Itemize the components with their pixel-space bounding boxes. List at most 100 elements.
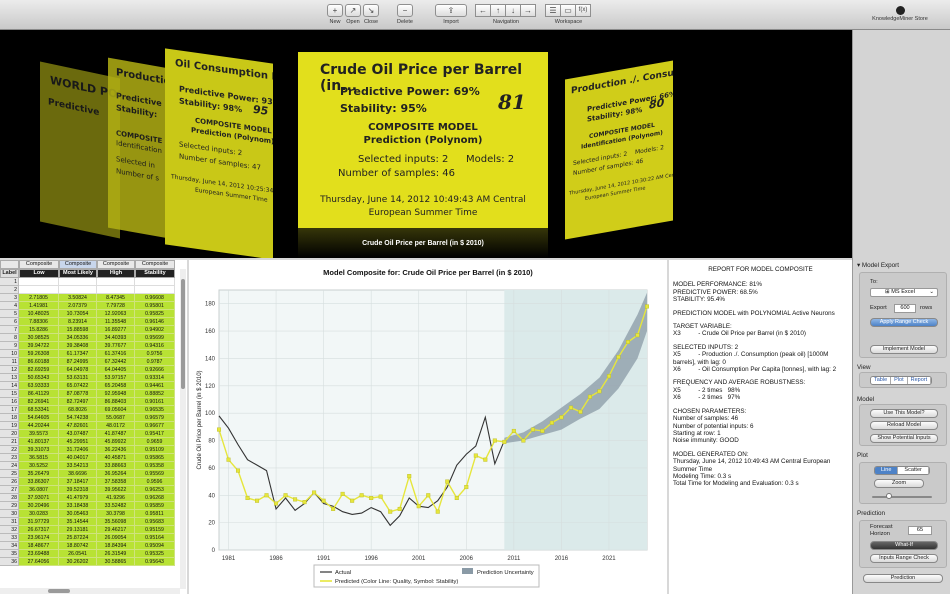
table-cell[interactable]: 0.96608 [135, 294, 175, 302]
table-cell[interactable]: 0.9756 [135, 350, 175, 358]
table-cell[interactable]: 15.88598 [59, 326, 97, 334]
model-coverflow[interactable]: WORLD POPU Predictive Production ./. Pre… [0, 30, 852, 258]
table-row[interactable]: 12 82.69259 64.04978 64.04405 0.92666 [0, 366, 180, 374]
table-cell[interactable]: 0.95825 [135, 310, 175, 318]
row-label[interactable]: 33 [0, 534, 19, 542]
table-cell[interactable]: 37.58358 [97, 478, 135, 486]
predicted-point[interactable] [606, 374, 611, 379]
row-label[interactable]: 10 [0, 350, 19, 358]
table-cell[interactable]: 39.38408 [59, 342, 97, 350]
table-cell[interactable]: 8.23914 [59, 318, 97, 326]
table-cell[interactable]: 31.97729 [19, 518, 59, 526]
table-cell[interactable]: 30.05463 [59, 510, 97, 518]
predicted-point[interactable] [397, 506, 402, 511]
table-cell[interactable]: 65.07422 [59, 382, 97, 390]
table-row[interactable]: 34 18.48677 18.80742 18.84394 0.95094 [0, 542, 180, 550]
table-cell[interactable]: 34.05336 [59, 334, 97, 342]
table-cell[interactable]: 92.95948 [97, 390, 135, 398]
table-cell[interactable]: 0.9659 [135, 438, 175, 446]
row-label[interactable]: 32 [0, 526, 19, 534]
table-cell[interactable]: 0.94316 [135, 342, 175, 350]
table-cell[interactable]: 33.86307 [19, 478, 59, 486]
table-cell[interactable]: 39.52318 [59, 486, 97, 494]
table-cell[interactable]: 0.96268 [135, 494, 175, 502]
table-cell[interactable]: 30.5252 [19, 462, 59, 470]
predicted-point[interactable] [435, 509, 440, 514]
table-cell[interactable]: 0.94902 [135, 326, 175, 334]
table-cell[interactable]: 41.47979 [59, 494, 97, 502]
table-cell[interactable]: 25.87224 [59, 534, 97, 542]
predicted-point[interactable] [625, 339, 630, 344]
table-row[interactable]: 26 33.86307 37.18417 37.58358 0.9596 [0, 478, 180, 486]
row-label[interactable]: 29 [0, 502, 19, 510]
predicted-point[interactable] [331, 506, 336, 511]
table-cell[interactable]: 35.14544 [59, 518, 97, 526]
table-row[interactable]: 3 2.71805 3.50824 8.47345 0.96608 [0, 294, 180, 302]
table-cell[interactable]: 0.90161 [135, 398, 175, 406]
table-cell[interactable]: 37.18417 [59, 478, 97, 486]
table-cell[interactable]: 87.24995 [59, 358, 97, 366]
row-label[interactable]: 2 [0, 286, 19, 294]
table-cell[interactable]: 86.60188 [19, 358, 59, 366]
predicted-point[interactable] [645, 304, 650, 309]
table-cell[interactable]: 55.0687 [97, 414, 135, 422]
predicted-point[interactable] [274, 501, 279, 506]
export-format-select[interactable]: ⊞ MS Excel ⌄ [870, 288, 938, 297]
view-plot-tab[interactable]: Plot [891, 377, 908, 384]
table-cell[interactable]: 64.04978 [59, 366, 97, 374]
predicted-point[interactable] [236, 468, 241, 473]
predicted-point[interactable] [511, 428, 516, 433]
table-cell[interactable]: 0.95094 [135, 542, 175, 550]
predicted-point[interactable] [283, 493, 288, 498]
table-row[interactable]: 1 [0, 278, 180, 286]
table-cell[interactable]: 0.95859 [135, 502, 175, 510]
predicted-point[interactable] [226, 457, 231, 462]
predicted-point[interactable] [255, 498, 260, 503]
predicted-point[interactable] [340, 491, 345, 496]
predicted-point[interactable] [350, 498, 355, 503]
predicted-point[interactable] [502, 439, 507, 444]
table-cell[interactable]: 68.53341 [19, 406, 59, 414]
table-cell[interactable]: 26.0541 [59, 550, 97, 558]
scatter-plot-tab[interactable]: Scatter [898, 467, 929, 474]
table-cell[interactable]: 10.73054 [59, 310, 97, 318]
table-cell[interactable]: 37.93071 [19, 494, 59, 502]
table-row[interactable]: 31 31.97729 35.14544 35.56098 0.95683 [0, 518, 180, 526]
table-cell[interactable]: 35.26479 [19, 470, 59, 478]
table-row[interactable]: 23 36.5815 40.04017 40.45871 0.95865 [0, 454, 180, 462]
table-row[interactable]: 4 1.41981 2.07379 7.79728 0.95801 [0, 302, 180, 310]
table-row[interactable]: 35 23.69488 26.0541 26.31549 0.95325 [0, 550, 180, 558]
predicted-point[interactable] [559, 415, 564, 420]
table-row[interactable]: 28 37.93071 41.47979 41.9296 0.96268 [0, 494, 180, 502]
row-label[interactable]: 17 [0, 406, 19, 414]
table-cell[interactable]: 64.04405 [97, 366, 135, 374]
row-label[interactable]: 16 [0, 398, 19, 406]
table-cell[interactable]: 29.46217 [97, 526, 135, 534]
apply-range-check-button[interactable]: Apply Range Check [870, 318, 938, 327]
table-cell[interactable]: 67.32442 [97, 358, 135, 366]
table-cell[interactable]: 18.84394 [97, 542, 135, 550]
table-cell[interactable]: 26.67317 [19, 526, 59, 534]
table-row[interactable]: 10 59.26308 61.17347 61.37416 0.9756 [0, 350, 180, 358]
predicted-point[interactable] [521, 438, 526, 443]
row-label[interactable]: 30 [0, 510, 19, 518]
table-cell[interactable]: 82.69259 [19, 366, 59, 374]
table-cell[interactable]: 50.65343 [19, 374, 59, 382]
predicted-point[interactable] [483, 457, 488, 462]
row-label[interactable]: 6 [0, 318, 19, 326]
table-cell[interactable]: 0.96535 [135, 406, 175, 414]
store-button[interactable]: KnowledgeMiner Store [870, 6, 930, 22]
window-view-icon[interactable]: ▭ [560, 4, 576, 17]
table-cell[interactable] [59, 286, 97, 294]
table-cell[interactable] [135, 278, 175, 286]
predicted-point[interactable] [464, 485, 469, 490]
predicted-point[interactable] [587, 394, 592, 399]
what-if-button[interactable]: What-If [870, 541, 938, 550]
table-cell[interactable]: 0.93314 [135, 374, 175, 382]
row-label[interactable]: 15 [0, 390, 19, 398]
table-cell[interactable]: 39.95622 [97, 486, 135, 494]
row-label[interactable]: 22 [0, 446, 19, 454]
column-header[interactable]: Low [19, 269, 59, 278]
predicted-point[interactable] [549, 420, 554, 425]
column-header[interactable]: High [97, 269, 135, 278]
